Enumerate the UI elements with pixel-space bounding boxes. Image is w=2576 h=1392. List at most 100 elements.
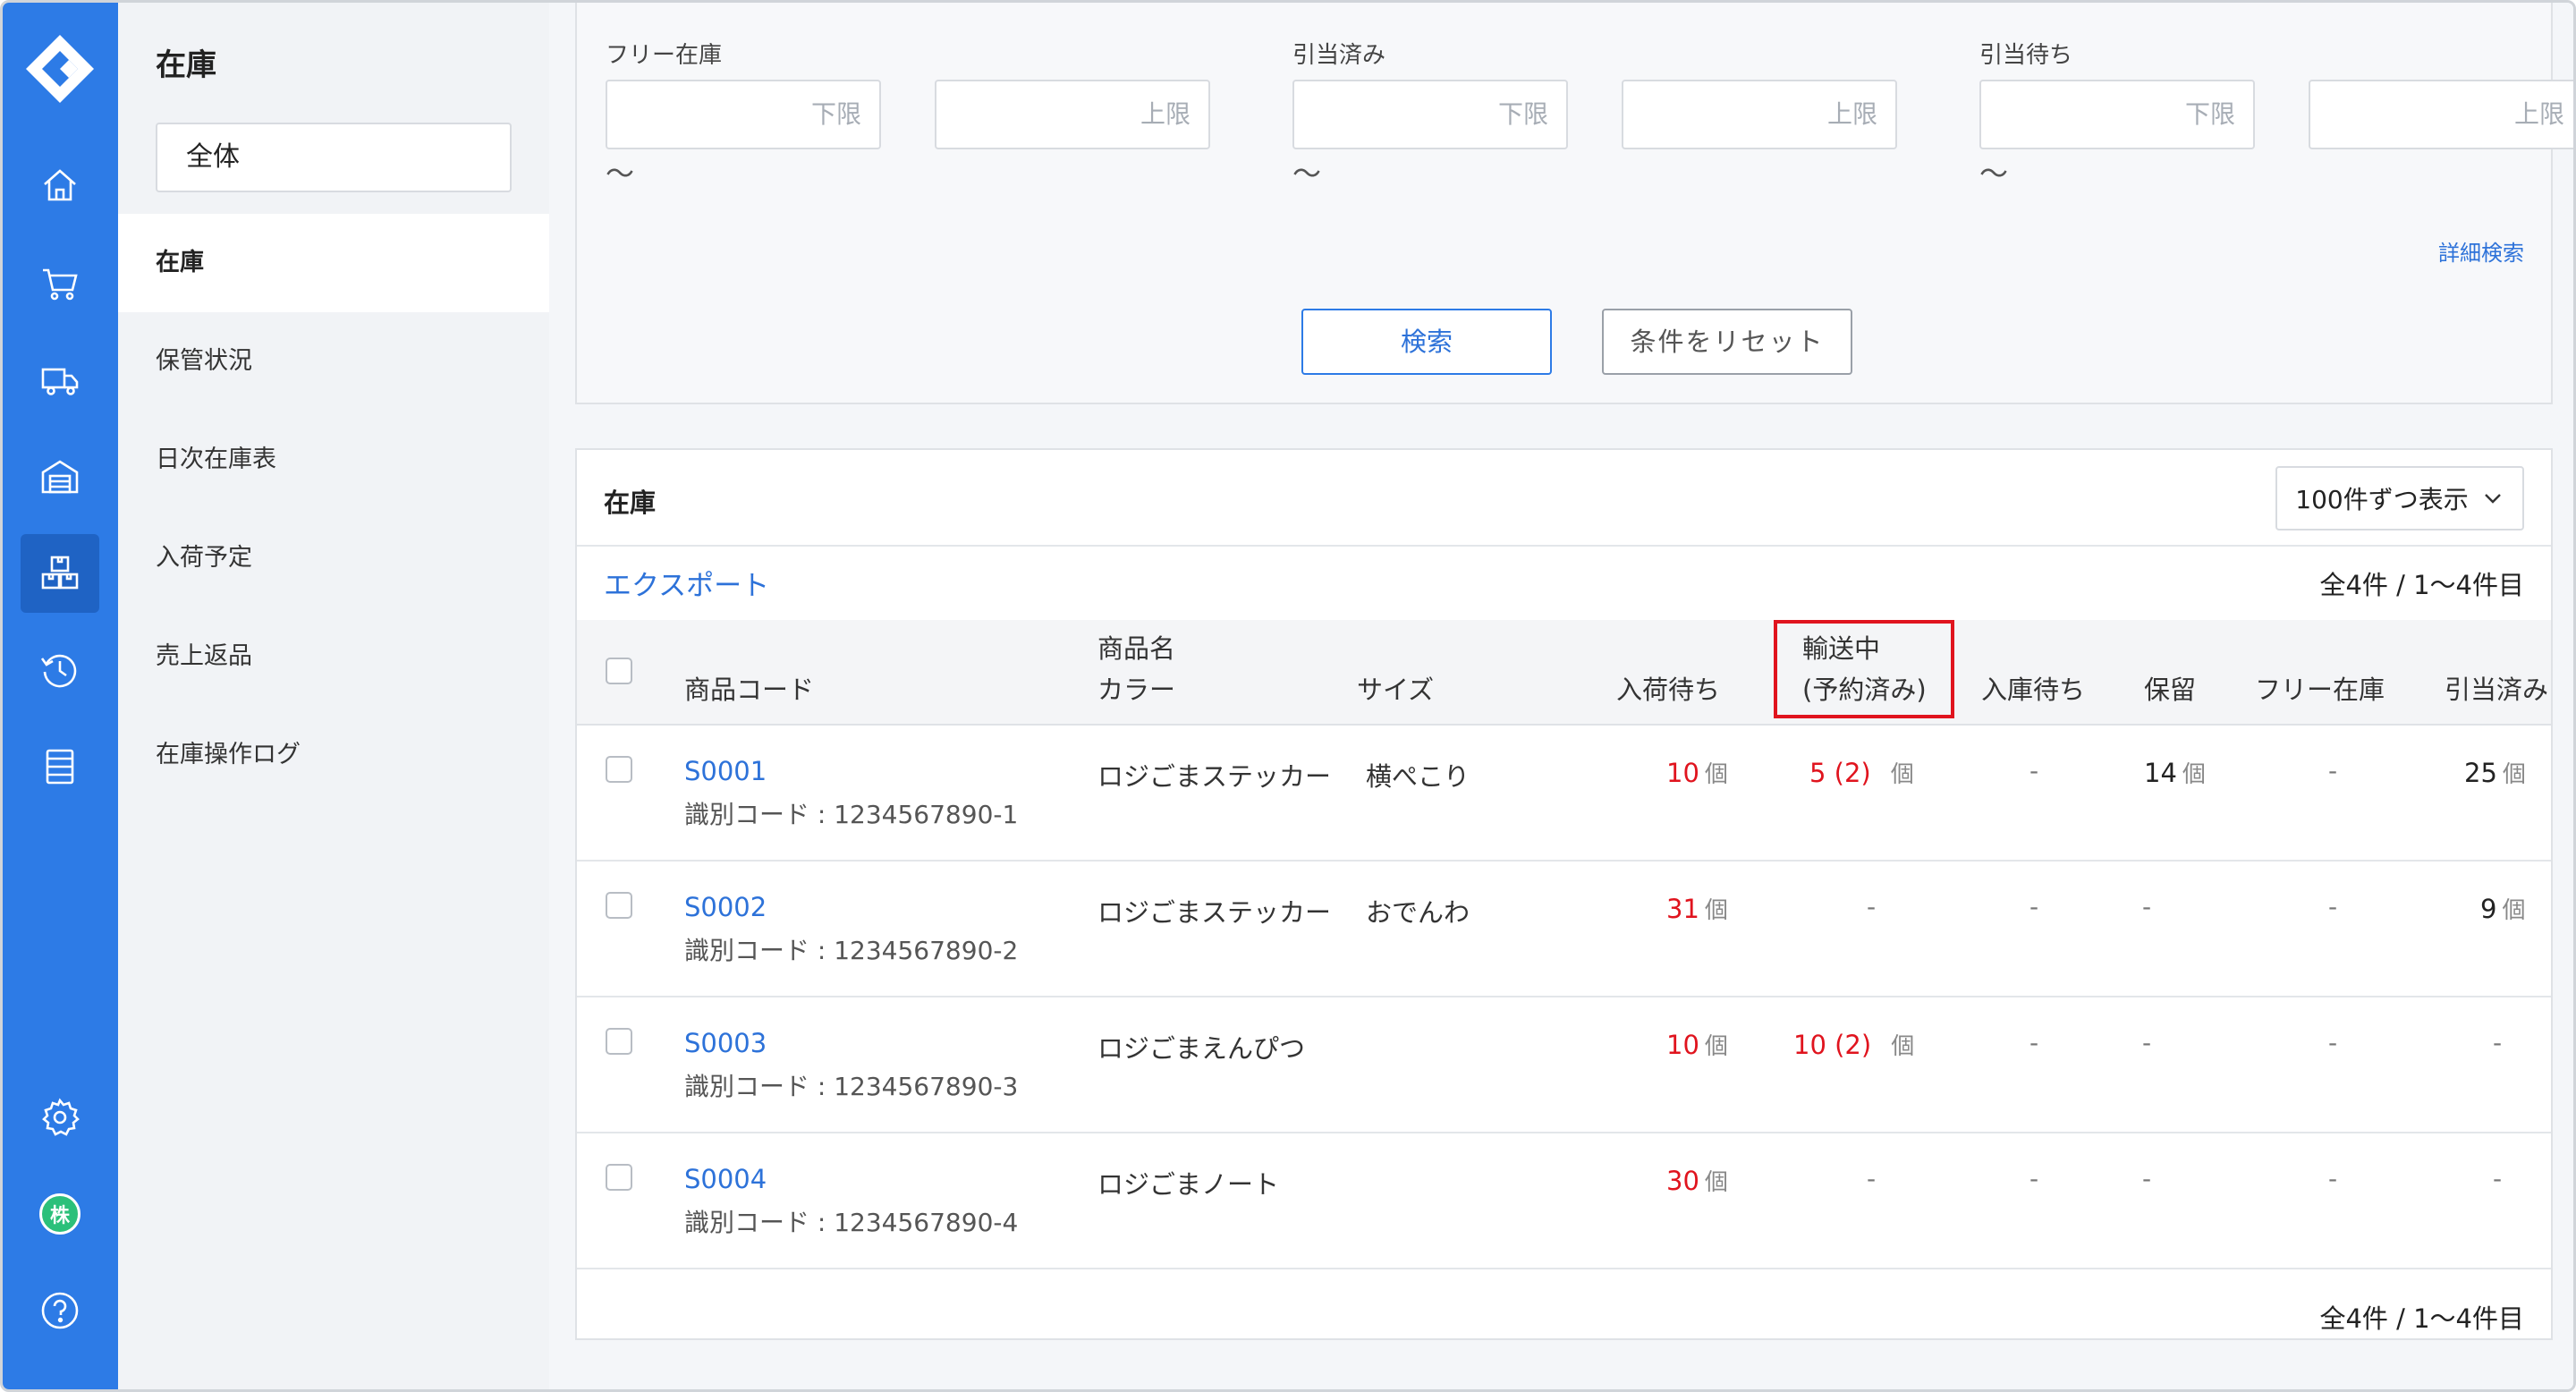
product-name: ロジごまステッカー	[1097, 761, 1332, 792]
hold-qty: -	[2142, 892, 2152, 921]
result-count-bottom: 全4件 / 1〜4件目	[2319, 1303, 2524, 1334]
per-page-select[interactable]: 100件ずつ表示	[2275, 466, 2524, 530]
help-icon[interactable]	[21, 1271, 99, 1350]
pending-lower-input[interactable]: 下限	[1979, 80, 2255, 149]
inventory-table-panel: 在庫 100件ずつ表示 エクスポート 全4件 / 1〜4件目 商品コード 商品名…	[575, 448, 2553, 1340]
gear-icon[interactable]	[21, 1078, 99, 1157]
product-code-link[interactable]: S0003	[684, 1028, 767, 1058]
allocated-qty: 25 個	[2464, 758, 2526, 788]
col-size[interactable]: サイズ	[1357, 670, 1434, 709]
col-color[interactable]: カラー	[1097, 670, 1175, 709]
chevron-down-icon	[2484, 494, 2501, 504]
free-upper-input[interactable]: 上限	[935, 80, 1210, 149]
free-qty: -	[2328, 1164, 2338, 1193]
list-icon[interactable]	[21, 727, 99, 806]
sub-sidebar: 在庫 全体 在庫 保管状況 日次在庫表 入荷予定 売上返品 在庫操作ログ	[118, 3, 549, 1389]
select-all-checkbox[interactable]	[606, 658, 632, 684]
filter-label-allocated: 引当済み	[1292, 42, 1386, 69]
identifier-code: 識別コード : 1234567890-4	[684, 1208, 1019, 1237]
col-code[interactable]: 商品コード	[684, 670, 814, 709]
col-incoming[interactable]: 入荷待ち	[1616, 670, 1720, 709]
icon-rail: 株	[3, 3, 118, 1389]
table-row[interactable]: S0004 識別コード : 1234567890-4 ロジごまノート 30 個 -…	[577, 1133, 2551, 1269]
sidebar-item-daily-inventory[interactable]: 日次在庫表	[118, 411, 549, 509]
sidebar-item-sales-returns[interactable]: 売上返品	[118, 607, 549, 706]
incoming-qty: 10 個	[1666, 758, 1728, 788]
col-awaiting[interactable]: 入庫待ち	[1981, 670, 2085, 709]
sidebar-title: 在庫	[156, 47, 216, 83]
logo-icon[interactable]	[22, 31, 97, 106]
table-row[interactable]: S0003 識別コード : 1234567890-3 ロジごまえんぴつ 10 個 …	[577, 997, 2551, 1133]
identifier-code: 識別コード : 1234567890-3	[684, 1072, 1019, 1101]
awaiting-qty: -	[2029, 1164, 2039, 1193]
table-row[interactable]: S0001 識別コード : 1234567890-1 ロジごまステッカー 横ぺこ…	[577, 726, 2551, 862]
result-count-top: 全4件 / 1〜4件目	[2319, 570, 2524, 600]
product-name: ロジごまえんぴつ	[1097, 1033, 1306, 1064]
free-lower-input[interactable]: 下限	[606, 80, 881, 149]
incoming-qty: 30 個	[1666, 1166, 1728, 1196]
allocated-upper-input[interactable]: 上限	[1622, 80, 1897, 149]
transit-qty: 5 (2) 個	[1809, 758, 1914, 788]
filter-label-free: フリー在庫	[606, 42, 723, 69]
sidebar-item-inventory-log[interactable]: 在庫操作ログ	[118, 706, 549, 804]
identifier-code: 識別コード : 1234567890-1	[684, 800, 1019, 829]
col-free[interactable]: フリー在庫	[2255, 670, 2385, 709]
col-allocated[interactable]: 引当済み	[2445, 670, 2548, 709]
table-row[interactable]: S0002 識別コード : 1234567890-2 ロジごまステッカー おでん…	[577, 862, 2551, 997]
col-hold[interactable]: 保留	[2144, 670, 2196, 709]
row-checkbox[interactable]	[606, 1028, 632, 1055]
transit-qty: 10 (2) 個	[1793, 1030, 1915, 1060]
avatar: 株	[39, 1193, 80, 1235]
allocated-qty: 9個	[2480, 894, 2526, 924]
inventory-icon[interactable]	[21, 534, 99, 613]
home-icon[interactable]	[21, 146, 99, 225]
allocated-qty: -	[2493, 1164, 2503, 1193]
row-checkbox[interactable]	[606, 756, 632, 783]
range-separator: 〜	[1979, 157, 2009, 191]
awaiting-qty: -	[2029, 1028, 2039, 1057]
scope-select[interactable]: 全体	[156, 123, 512, 192]
hold-qty: -	[2142, 1028, 2152, 1057]
product-code-link[interactable]: S0004	[684, 1164, 767, 1194]
row-checkbox[interactable]	[606, 1164, 632, 1191]
filter-panel: フリー在庫 下限 上限 〜 引当済み 下限 上限 〜 引当待ち 下限 上限 〜 …	[575, 3, 2573, 404]
history-icon[interactable]	[21, 631, 99, 709]
sidebar-item-inventory[interactable]: 在庫	[118, 214, 549, 312]
product-code-link[interactable]: S0001	[684, 756, 767, 786]
row-checkbox[interactable]	[606, 892, 632, 919]
advanced-search-link[interactable]: 詳細検索	[2438, 235, 2524, 267]
search-button[interactable]: 検索	[1301, 309, 1552, 375]
awaiting-qty: -	[2029, 892, 2039, 921]
allocated-qty: -	[2493, 1028, 2503, 1057]
pending-upper-input[interactable]: 上限	[2309, 80, 2573, 149]
range-separator: 〜	[1292, 157, 1322, 191]
product-name: ロジごまノート	[1097, 1169, 1280, 1200]
company-avatar[interactable]: 株	[21, 1175, 99, 1253]
sidebar-item-storage-status[interactable]: 保管状況	[118, 312, 549, 411]
truck-icon[interactable]	[21, 341, 99, 420]
product-name: ロジごまステッカー	[1097, 897, 1332, 928]
app-frame: 株 在庫 全体 在庫 保管状況 日次在庫表 入荷予定 売上返品 在庫操作ログ フ…	[0, 0, 2576, 1392]
hold-qty: 14 個	[2144, 758, 2206, 788]
free-qty: -	[2328, 892, 2338, 921]
incoming-qty: 31 個	[1666, 894, 1728, 924]
warehouse-icon[interactable]	[21, 437, 99, 516]
cart-icon[interactable]	[21, 244, 99, 323]
product-size: おでんわ	[1366, 897, 1470, 928]
export-link[interactable]: エクスポート	[604, 563, 769, 603]
range-separator: 〜	[606, 157, 635, 191]
product-code-link[interactable]: S0002	[684, 892, 767, 922]
hold-qty: -	[2142, 1164, 2152, 1193]
free-qty: -	[2328, 756, 2338, 785]
filter-label-pending: 引当待ち	[1979, 42, 2073, 69]
sidebar-item-arrival-schedule[interactable]: 入荷予定	[118, 509, 549, 607]
transit-qty: -	[1867, 1164, 1877, 1193]
table-title: 在庫	[604, 488, 657, 518]
col-name[interactable]: 商品名	[1097, 629, 1175, 668]
allocated-lower-input[interactable]: 下限	[1292, 80, 1568, 149]
identifier-code: 識別コード : 1234567890-2	[684, 936, 1019, 965]
free-qty: -	[2328, 1028, 2338, 1057]
main-content: フリー在庫 下限 上限 〜 引当済み 下限 上限 〜 引当待ち 下限 上限 〜 …	[549, 3, 2573, 1389]
divider	[577, 545, 2551, 547]
reset-button[interactable]: 条件をリセット	[1602, 309, 1852, 375]
